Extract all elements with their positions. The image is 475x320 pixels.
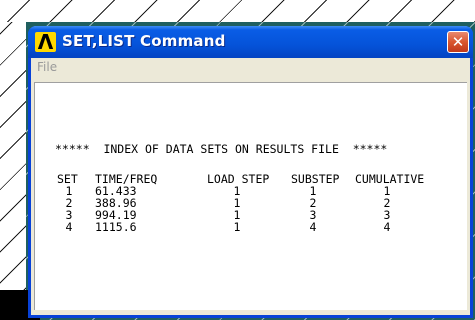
cell-substep: 4	[309, 220, 317, 234]
listing-heading: ***** INDEX OF DATA SETS ON RESULTS FILE…	[55, 142, 388, 156]
data-set-table: SET TIME/FREQ LOAD STEP SUBSTEP CUMULATI…	[57, 173, 457, 233]
menu-bar: File	[31, 58, 470, 78]
table-row: 4 1115.6 1 4 4	[57, 221, 457, 233]
cell-load-step: 1	[233, 220, 241, 234]
workspace-hatch-left	[0, 22, 26, 320]
close-icon: ✕	[451, 33, 465, 51]
cell-cumulative: 4	[383, 220, 391, 234]
setlist-window: Λ SET,LIST Command ✕ File ***** INDEX OF…	[28, 26, 473, 318]
cell-set: 4	[65, 220, 73, 234]
close-button[interactable]: ✕	[447, 31, 469, 53]
menu-file[interactable]: File	[37, 60, 57, 74]
column-header-set: SET	[57, 172, 78, 186]
listing-area: ***** INDEX OF DATA SETS ON RESULTS FILE…	[34, 82, 467, 310]
ansys-logo-icon: Λ	[35, 30, 56, 54]
workspace-hatch-top	[0, 0, 475, 22]
window-title: SET,LIST Command	[62, 32, 226, 50]
window-titlebar[interactable]: Λ SET,LIST Command ✕	[28, 26, 473, 58]
cell-time-freq: 1115.6	[95, 220, 137, 234]
